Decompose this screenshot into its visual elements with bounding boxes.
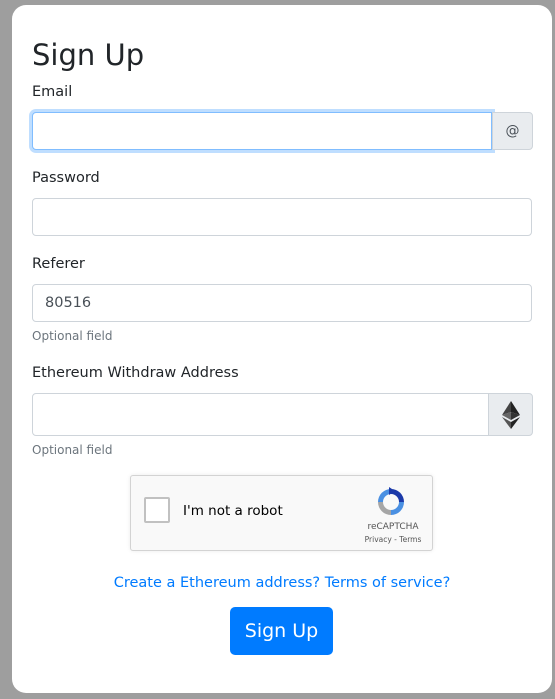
- email-input[interactable]: [32, 112, 492, 150]
- sign-up-button[interactable]: Sign Up: [230, 607, 333, 655]
- page-title: Sign Up: [32, 38, 145, 72]
- ethereum-addon: [488, 393, 533, 436]
- recaptcha-widget: I'm not a robot reCAPTCHA Privacy - Term…: [130, 475, 433, 551]
- recaptcha-logo-icon: [378, 487, 404, 515]
- terms-link[interactable]: Create a Ethereum address? Terms of serv…: [12, 575, 552, 591]
- recaptcha-label: I'm not a robot: [183, 503, 283, 519]
- signup-card: Sign Up Email @ Password Referer Optiona…: [12, 5, 552, 693]
- recaptcha-links[interactable]: Privacy - Terms: [362, 535, 424, 544]
- password-input[interactable]: [32, 198, 532, 236]
- ethereum-label: Ethereum Withdraw Address: [32, 365, 239, 381]
- email-addon: @: [492, 112, 533, 150]
- referer-label: Referer: [32, 256, 85, 272]
- ethereum-address-input[interactable]: [32, 393, 489, 436]
- referer-help: Optional field: [32, 329, 113, 343]
- email-label: Email: [32, 84, 73, 100]
- recaptcha-brand: reCAPTCHA: [367, 522, 419, 532]
- ethereum-icon: [501, 400, 520, 429]
- ethereum-help: Optional field: [32, 443, 113, 457]
- recaptcha-checkbox[interactable]: [144, 497, 170, 523]
- referer-input[interactable]: [32, 284, 532, 322]
- password-label: Password: [32, 170, 100, 186]
